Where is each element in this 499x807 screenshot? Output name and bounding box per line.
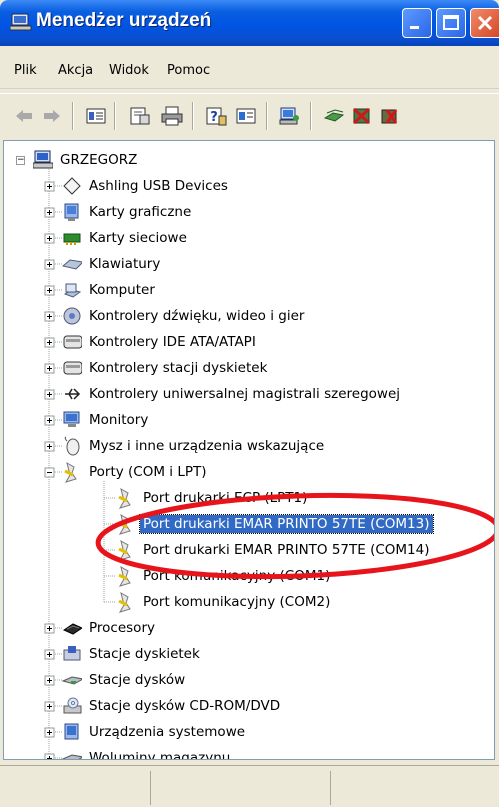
toolbar-separator [114,102,116,130]
toolbar-separator [192,102,194,130]
title-bar[interactable]: Menedżer urządzeń [0,0,499,46]
device-manager-icon [9,12,32,32]
toolbar-separator [72,102,74,130]
properties-icon[interactable] [128,104,152,128]
minimize-button[interactable] [402,8,432,38]
device-manager-window: Menedżer urządzeń Plik Akcja Widok Pomoc [0,0,499,807]
annotation-ellipse [95,492,494,580]
uninstall-device-icon[interactable] [378,104,402,128]
menu-help[interactable]: Pomoc [167,63,210,78]
status-bar [0,765,499,807]
help-icon[interactable]: ? [204,104,228,128]
forward-icon[interactable] [40,104,64,128]
window-title: Menedżer urządzeń [36,10,212,31]
disable-device-icon[interactable] [350,104,374,128]
update-driver-icon[interactable] [322,104,346,128]
toolbar-separator [266,102,268,130]
toolbar-separator [310,102,312,130]
status-panel [150,771,151,805]
menu-view[interactable]: Widok [109,63,149,78]
menu-bar: Plik Akcja Widok Pomoc [0,56,499,89]
menu-file[interactable]: Plik [14,63,37,78]
menu-action[interactable]: Akcja [58,63,93,78]
device-tree[interactable]: − GRZEGORZ Ashling USB Devices Karty gra… [3,140,495,760]
toolbar: ? [0,93,499,138]
svg-text:?: ? [210,110,218,125]
print-icon[interactable] [160,104,184,128]
show-hide-tree-icon[interactable] [84,104,108,128]
view-icon[interactable] [234,104,258,128]
maximize-button[interactable] [436,8,466,38]
back-icon[interactable] [12,104,36,128]
scan-hardware-icon[interactable] [278,104,302,128]
status-panel [330,771,331,805]
close-button[interactable] [470,8,499,38]
